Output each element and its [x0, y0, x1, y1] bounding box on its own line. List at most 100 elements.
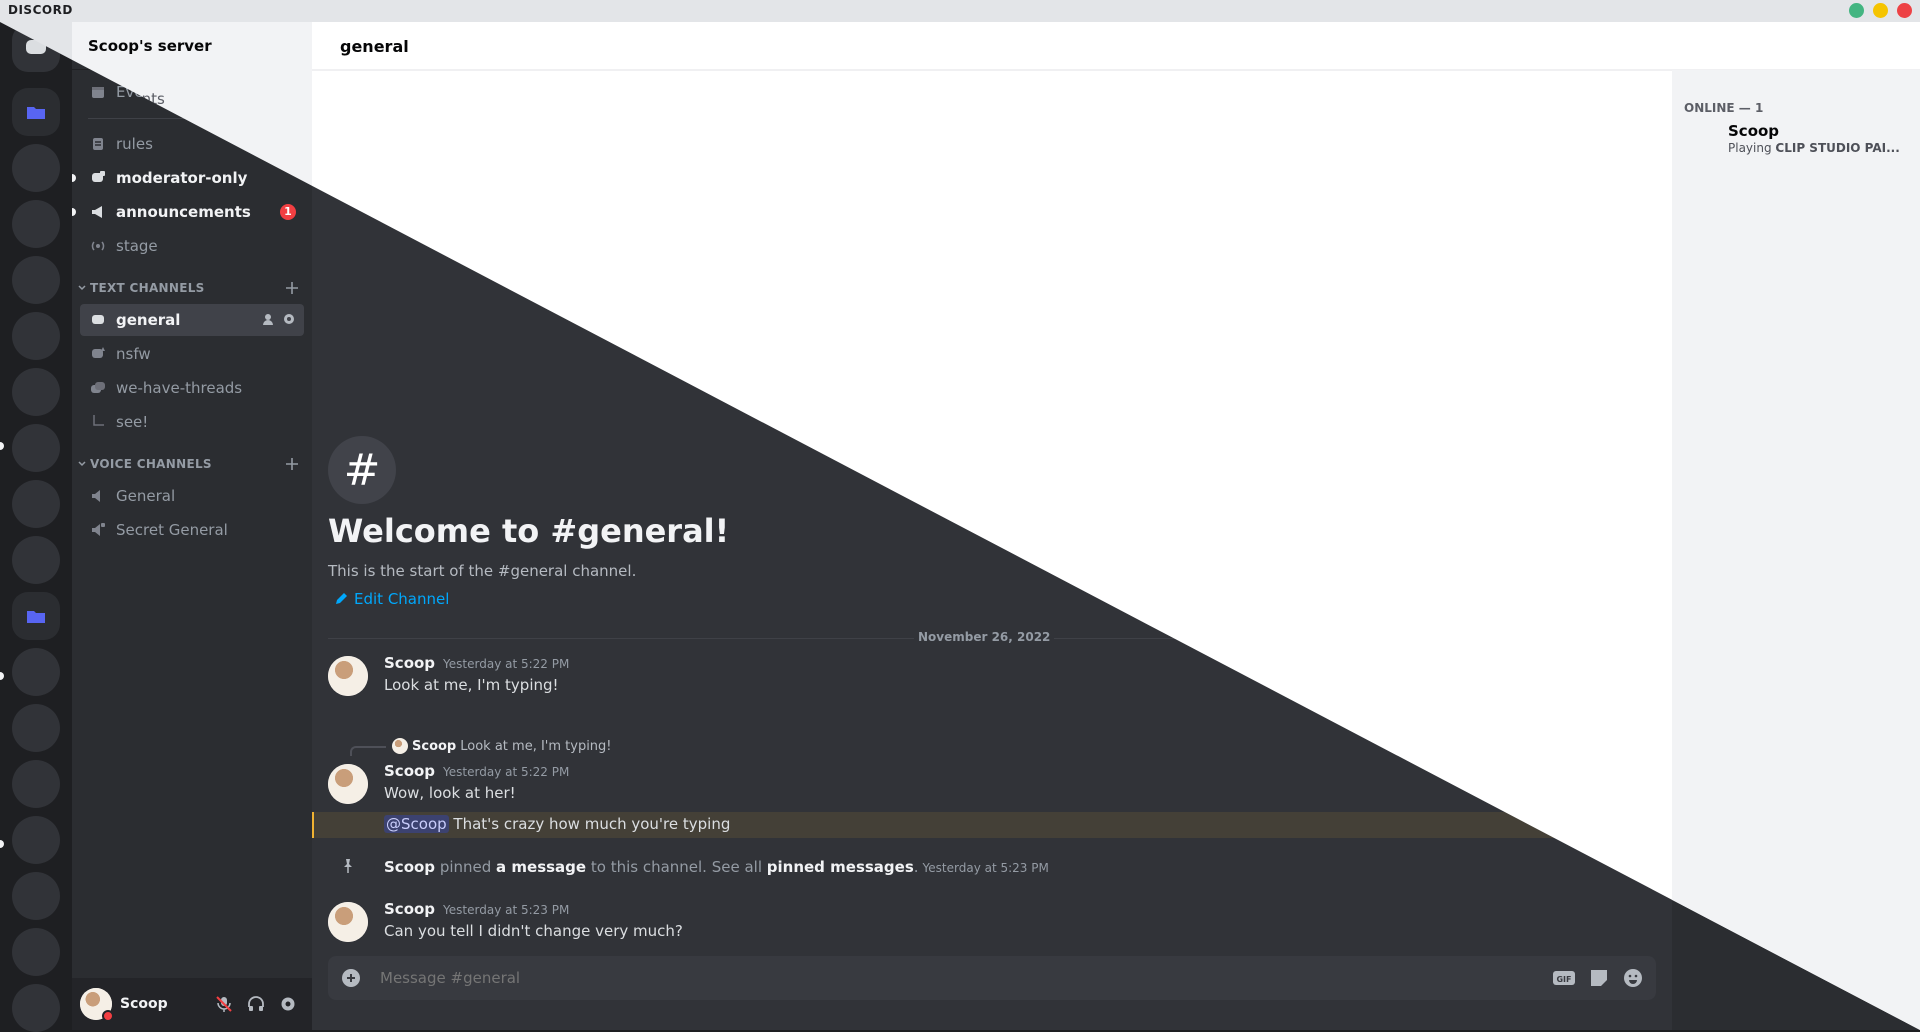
- pin-actor[interactable]: Scoop: [384, 858, 435, 876]
- stage-icon: [88, 236, 108, 256]
- sticker-picker-icon[interactable]: [1588, 967, 1610, 989]
- server-icon[interactable]: [12, 816, 60, 864]
- channel-announcements[interactable]: announcements 1: [72, 196, 304, 228]
- channel-general[interactable]: general: [80, 304, 304, 336]
- member-list: ONLINE — 1 Scoop Playing CLIP STUDIO PAI…: [1672, 70, 1920, 1030]
- chat-header: general Search ?: [312, 22, 1920, 70]
- avatar[interactable]: [80, 988, 114, 1022]
- message-timestamp: Yesterday at 5:23 PM: [443, 903, 570, 917]
- inbox-icon[interactable]: [1844, 35, 1866, 57]
- server-icon[interactable]: [12, 144, 60, 192]
- gear-icon[interactable]: [282, 312, 296, 326]
- avatar[interactable]: [328, 764, 368, 804]
- pinned-messages-link[interactable]: pinned messages: [767, 858, 914, 876]
- member-item[interactable]: Scoop Playing CLIP STUDIO PAI...: [1680, 112, 1912, 154]
- channel-we-have-threads[interactable]: we-have-threads: [80, 372, 304, 404]
- voice-channel-icon: [88, 486, 108, 506]
- unread-indicator: [0, 840, 4, 848]
- server-icon[interactable]: [12, 200, 60, 248]
- server-icon[interactable]: [12, 536, 60, 584]
- search-icon: [1808, 39, 1822, 53]
- locked-voice-channel-icon: [88, 520, 108, 540]
- server-icon[interactable]: [12, 984, 60, 1032]
- message[interactable]: Scoop Yesterday at 5:22 PM Look at me, I…: [312, 654, 1656, 702]
- edit-channel-link[interactable]: Edit Channel: [334, 590, 449, 608]
- events-item[interactable]: Events: [80, 76, 304, 108]
- channel-stage[interactable]: stage: [80, 230, 304, 262]
- headphones-icon: [248, 996, 264, 1011]
- upload-attachment-icon[interactable]: [340, 967, 362, 989]
- pin-text-part: to this channel. See all: [586, 858, 767, 876]
- date-divider-label: November 26, 2022: [914, 630, 1055, 644]
- invite-user-icon[interactable]: [262, 312, 276, 326]
- server-header[interactable]: Scoop's server: [72, 22, 312, 70]
- search-input[interactable]: Search: [1684, 34, 1828, 58]
- unread-indicator: [72, 208, 76, 216]
- minimize-button[interactable]: [1873, 3, 1888, 18]
- server-icon[interactable]: [12, 928, 60, 976]
- voice-channel-general[interactable]: General: [80, 480, 304, 512]
- pin-icon: [344, 859, 352, 873]
- user-settings-button[interactable]: [272, 988, 304, 1020]
- user-mention[interactable]: @Scoop: [384, 815, 449, 833]
- category-text-channels[interactable]: TEXT CHANNELS: [76, 276, 304, 300]
- avatar[interactable]: [328, 656, 368, 696]
- folder-icon: [27, 107, 45, 119]
- help-icon[interactable]: ?: [1882, 35, 1904, 57]
- message[interactable]: Scoop Yesterday at 5:23 PM Can you tell …: [312, 900, 1656, 948]
- close-window-button[interactable]: [1897, 3, 1912, 18]
- server-icon[interactable]: [12, 648, 60, 696]
- deafen-button[interactable]: [240, 988, 272, 1020]
- server-icon[interactable]: [12, 480, 60, 528]
- maximize-button[interactable]: [1849, 3, 1864, 18]
- category-voice-channels[interactable]: VOICE CHANNELS: [76, 452, 304, 476]
- server-folder-1[interactable]: [12, 88, 60, 136]
- threads-icon[interactable]: [1532, 35, 1554, 57]
- server-icon[interactable]: [12, 312, 60, 360]
- mute-button[interactable]: [208, 988, 240, 1020]
- notification-bell-muted-icon[interactable]: [1570, 35, 1592, 57]
- unread-indicator: [72, 174, 76, 182]
- channel-moderator-only[interactable]: moderator-only: [72, 162, 304, 194]
- events-label: Events: [116, 83, 167, 101]
- thread-see[interactable]: see!: [80, 406, 304, 438]
- channel-nsfw[interactable]: nsfw: [80, 338, 304, 370]
- message-author[interactable]: Scoop: [384, 654, 435, 672]
- message-author[interactable]: Scoop: [384, 762, 435, 780]
- message[interactable]: Scoop Yesterday at 5:22 PM Wow, look at …: [312, 762, 1656, 810]
- server-icon[interactable]: [12, 256, 60, 304]
- message-content: Wow, look at her!: [384, 784, 516, 802]
- emoji-picker-icon[interactable]: [1622, 967, 1644, 989]
- status-dnd-indicator: [102, 1010, 114, 1022]
- mention-badge: 1: [280, 204, 296, 220]
- reply-preview[interactable]: Scoop Look at me, I'm typing!: [392, 738, 612, 754]
- add-channel-icon[interactable]: [284, 456, 300, 472]
- channel-sidebar: Scoop's server Events rules moderator-on…: [72, 22, 312, 1030]
- server-icon[interactable]: [12, 424, 60, 472]
- pin-icon[interactable]: [1608, 35, 1630, 57]
- message-input[interactable]: [378, 968, 1552, 988]
- pin-text-part: .: [913, 858, 919, 876]
- activity-prefix: Playing: [1730, 135, 1778, 149]
- nsfw-channel-icon: [88, 344, 108, 364]
- pinned-message-link[interactable]: a message: [496, 858, 586, 876]
- server-folder-2[interactable]: [12, 592, 60, 640]
- channel-name: announcements: [116, 203, 251, 221]
- direct-messages-button[interactable]: [12, 24, 60, 72]
- channel-rules[interactable]: rules: [80, 128, 304, 160]
- welcome-title: Welcome to #general!: [328, 512, 730, 550]
- gif-picker-icon[interactable]: GIF: [1552, 968, 1576, 988]
- server-icon[interactable]: [12, 368, 60, 416]
- message-author[interactable]: Scoop: [384, 900, 435, 918]
- server-icon[interactable]: [12, 704, 60, 752]
- server-icon[interactable]: [12, 872, 60, 920]
- avatar[interactable]: [328, 902, 368, 942]
- member-list-icon[interactable]: [1646, 35, 1668, 57]
- server-icon[interactable]: [12, 760, 60, 808]
- chevron-down-icon: [78, 285, 86, 291]
- add-channel-icon[interactable]: [284, 280, 300, 296]
- user-panel: Scoop: [72, 978, 312, 1030]
- voice-channel-secret-general[interactable]: Secret General: [80, 514, 304, 546]
- chat-area: general Search ? # Welcome to #general! …: [312, 22, 1920, 1030]
- category-label: TEXT CHANNELS: [90, 281, 205, 295]
